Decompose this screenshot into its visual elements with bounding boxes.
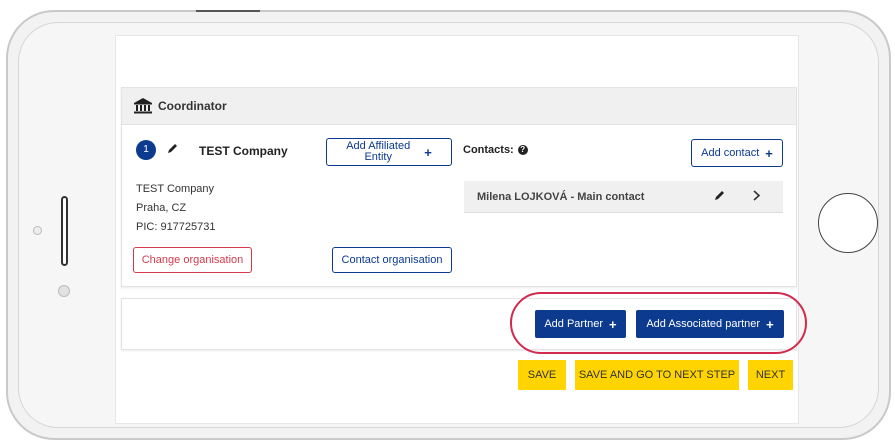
phone-sensor [33, 226, 42, 235]
address-line-1: TEST Company [136, 183, 215, 195]
coordinator-number-badge: 1 [136, 140, 156, 160]
address-line-pic: PIC: 917725731 [136, 221, 216, 233]
phone-speaker [196, 10, 260, 12]
contact-organisation-button[interactable]: Contact organisation [332, 247, 452, 273]
chevron-right-icon[interactable] [753, 188, 761, 206]
pencil-icon[interactable] [167, 143, 178, 157]
phone-camera [58, 285, 70, 297]
phone-home-button [818, 193, 878, 253]
address-line-2: Praha, CZ [136, 202, 187, 214]
highlight-ellipse [510, 292, 807, 354]
coordinator-title: Coordinator [158, 99, 227, 113]
contact-name: Milena LOJKOVÁ - Main contact [477, 190, 645, 203]
phone-side-button [61, 196, 68, 266]
contacts-label: Contacts: [463, 144, 514, 156]
change-organisation-button[interactable]: Change organisation [133, 247, 252, 273]
company-name: TEST Company [199, 144, 288, 158]
help-icon[interactable]: ? [517, 145, 528, 156]
institution-icon [134, 98, 152, 114]
contacts-heading: Contacts:? [463, 144, 528, 156]
add-affiliated-label-line2: Entity [364, 151, 392, 163]
coordinator-header: Coordinator [122, 88, 796, 125]
add-affiliated-entity-button[interactable]: Add Affiliated Entity + [326, 138, 452, 166]
plus-icon: + [765, 145, 773, 161]
pencil-icon[interactable] [714, 188, 725, 206]
add-contact-button[interactable]: Add contact + [691, 139, 783, 167]
next-button[interactable]: NEXT [748, 360, 793, 390]
plus-icon: + [424, 144, 432, 160]
save-button[interactable]: SAVE [518, 360, 566, 390]
save-and-next-button[interactable]: SAVE AND GO TO NEXT STEP [575, 360, 739, 390]
contact-list-item[interactable]: Milena LOJKOVÁ - Main contact [464, 181, 783, 213]
add-contact-label: Add contact [701, 147, 760, 159]
coordinator-card: Coordinator 1 TEST Company Add Affiliate… [121, 87, 797, 287]
